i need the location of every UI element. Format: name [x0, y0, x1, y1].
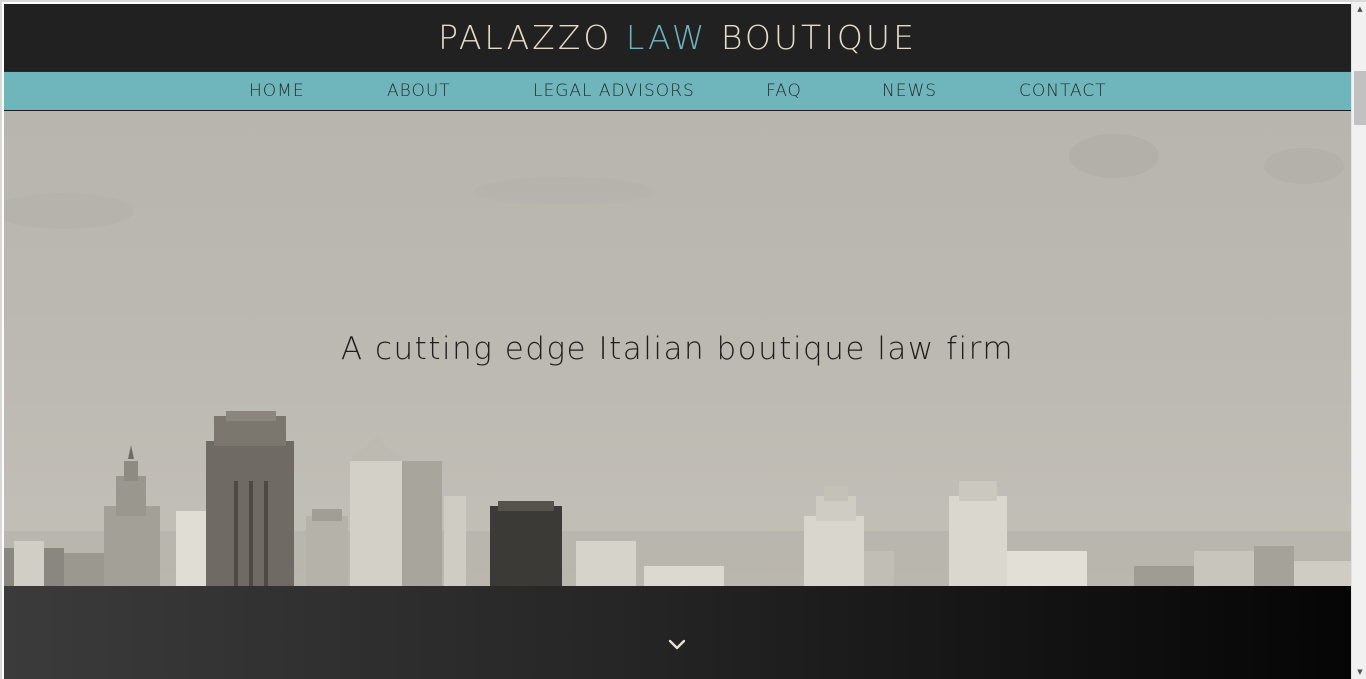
site-title-part-palazzo: PALAZZO [438, 18, 613, 57]
nav-item-contact[interactable]: CONTACT [1019, 81, 1107, 101]
browser-viewport: PALAZZO LAW BOUTIQUE HOME ABOUT LEGAL AD… [0, 0, 1366, 679]
site-header: PALAZZO LAW BOUTIQUE [4, 4, 1351, 71]
nav-item-legal-advisors[interactable]: LEGAL ADVISORS [533, 81, 695, 101]
scrollbar-thumb[interactable] [1354, 71, 1366, 125]
main-nav: HOME ABOUT LEGAL ADVISORS FAQ NEWS CONTA… [4, 71, 1351, 111]
scroll-down-band [4, 586, 1351, 679]
site-title[interactable]: PALAZZO LAW BOUTIQUE [438, 21, 917, 54]
site-title-part-law: LAW [625, 18, 708, 57]
nav-item-about[interactable]: ABOUT [387, 81, 451, 101]
chevron-down-icon[interactable] [666, 634, 688, 656]
hero-tagline: A cutting edge Italian boutique law firm [340, 331, 1015, 367]
site-title-part-boutique: BOUTIQUE [720, 18, 917, 57]
nav-item-faq[interactable]: FAQ [766, 81, 802, 101]
vertical-scrollbar[interactable]: ▲ ▼ [1351, 2, 1366, 679]
hero-section: A cutting edge Italian boutique law firm [4, 111, 1351, 586]
scroll-up-arrow-icon[interactable]: ▲ [1352, 2, 1366, 16]
nav-item-news[interactable]: NEWS [882, 81, 937, 101]
scroll-down-arrow-icon[interactable]: ▼ [1352, 665, 1366, 679]
nav-item-home[interactable]: HOME [249, 81, 305, 101]
page: PALAZZO LAW BOUTIQUE HOME ABOUT LEGAL AD… [4, 4, 1351, 679]
